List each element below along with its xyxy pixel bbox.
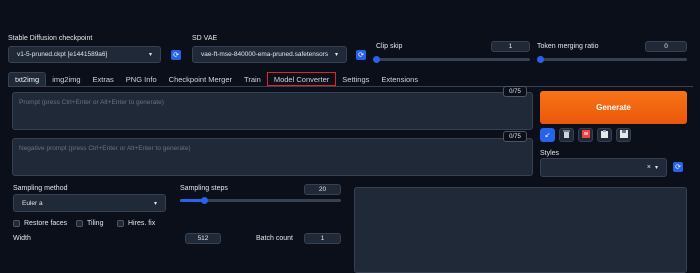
- chevron-down-icon: ▾: [654, 165, 658, 171]
- tab-model-converter[interactable]: Model Converter: [266, 72, 337, 86]
- sampling-steps-label: Sampling steps: [180, 185, 228, 192]
- tab-extensions[interactable]: Extensions: [375, 72, 424, 86]
- clip-skip-label: Clip skip: [376, 43, 403, 50]
- clipboard-icon: [601, 130, 608, 140]
- refresh-icon: ⟳: [171, 50, 181, 60]
- chevron-down-icon: ▾: [148, 52, 152, 58]
- card-icon: [581, 130, 590, 140]
- clip-skip-input[interactable]: 1: [491, 41, 530, 52]
- restore-faces-label: Restore faces: [24, 220, 68, 227]
- vae-select[interactable]: vae-ft-mse-840000-ema-pruned.safetensors…: [192, 46, 347, 63]
- read-params-button[interactable]: ↙: [540, 128, 555, 142]
- main-tabs: txt2img img2img Extras PNG Info Checkpoi…: [8, 72, 424, 86]
- apply-style-button[interactable]: [597, 128, 612, 142]
- clip-skip-thumb[interactable]: [373, 56, 380, 63]
- tiling-checkbox[interactable]: [76, 220, 83, 227]
- generate-button[interactable]: Generate: [540, 91, 687, 124]
- output-gallery: [354, 187, 687, 273]
- width-label: Width: [13, 235, 31, 242]
- refresh-icon: ⟳: [356, 50, 366, 60]
- tiling-label: Tiling: [87, 220, 104, 227]
- extra-networks-button[interactable]: [578, 128, 593, 142]
- save-icon: [619, 130, 628, 140]
- batch-count-label: Batch count: [256, 235, 293, 242]
- token-merging-slider[interactable]: [537, 56, 687, 63]
- checkpoint-label: Stable Diffusion checkpoint: [8, 35, 93, 42]
- chevron-down-icon: ▾: [153, 200, 157, 207]
- negative-prompt-token-counter: 0/75: [503, 131, 527, 142]
- tab-settings[interactable]: Settings: [336, 72, 375, 86]
- negative-prompt-textarea[interactable]: Negative prompt (press Ctrl+Enter or Alt…: [12, 138, 533, 176]
- refresh-vae-button[interactable]: ⟳: [356, 50, 366, 60]
- hires-fix-label: Hires. fix: [128, 220, 156, 227]
- tab-checkpoint-merger[interactable]: Checkpoint Merger: [163, 72, 238, 86]
- refresh-icon: ⟳: [673, 162, 683, 172]
- prompt-textarea[interactable]: Prompt (press Ctrl+Enter or Alt+Enter to…: [12, 92, 533, 130]
- sampling-method-label: Sampling method: [13, 185, 68, 192]
- tabs-divider: [8, 86, 693, 87]
- sampling-method-value: Euler a: [22, 199, 43, 207]
- token-merging-input[interactable]: 0: [645, 41, 687, 52]
- checkpoint-value: v1-5-pruned.ckpt [e1441589a6]: [17, 51, 108, 58]
- styles-select[interactable]: × ▾: [540, 158, 667, 177]
- prompt-placeholder: Prompt (press Ctrl+Enter or Alt+Enter to…: [19, 99, 164, 106]
- clear-icon[interactable]: ×: [647, 164, 651, 171]
- checkpoint-select[interactable]: v1-5-pruned.ckpt [e1441589a6] ▾: [8, 46, 161, 63]
- sampling-method-select[interactable]: Euler a ▾: [13, 194, 166, 212]
- sampling-steps-slider[interactable]: [180, 197, 341, 204]
- token-merging-label: Token merging ratio: [537, 43, 599, 50]
- chevron-down-icon: ▾: [334, 52, 338, 58]
- tab-txt2img[interactable]: txt2img: [8, 72, 47, 86]
- save-style-button[interactable]: [616, 128, 631, 142]
- vae-label: SD VAE: [192, 35, 218, 42]
- refresh-styles-button[interactable]: ⟳: [673, 162, 683, 172]
- negative-prompt-placeholder: Negative prompt (press Ctrl+Enter or Alt…: [19, 145, 191, 152]
- refresh-checkpoint-button[interactable]: ⟳: [171, 50, 181, 60]
- arrow-icon: ↙: [544, 132, 551, 139]
- styles-label: Styles: [540, 150, 560, 157]
- batch-count-input[interactable]: 1: [304, 233, 341, 244]
- tab-extras[interactable]: Extras: [87, 72, 120, 86]
- vae-value: vae-ft-mse-840000-ema-pruned.safetensors: [201, 51, 329, 58]
- clip-skip-slider[interactable]: [373, 56, 530, 63]
- clear-prompt-button[interactable]: [559, 128, 574, 142]
- trash-icon: [563, 130, 570, 140]
- width-input[interactable]: 512: [185, 233, 221, 244]
- token-merging-thumb[interactable]: [537, 56, 544, 63]
- sampling-steps-input[interactable]: 20: [304, 184, 341, 195]
- restore-faces-checkbox[interactable]: [13, 220, 20, 227]
- hires-fix-checkbox[interactable]: [117, 220, 124, 227]
- tab-png-info[interactable]: PNG Info: [120, 72, 163, 86]
- tab-train[interactable]: Train: [238, 72, 267, 86]
- prompt-token-counter: 0/75: [503, 86, 527, 97]
- sampling-steps-thumb[interactable]: [201, 197, 209, 204]
- tab-img2img[interactable]: img2img: [46, 72, 86, 86]
